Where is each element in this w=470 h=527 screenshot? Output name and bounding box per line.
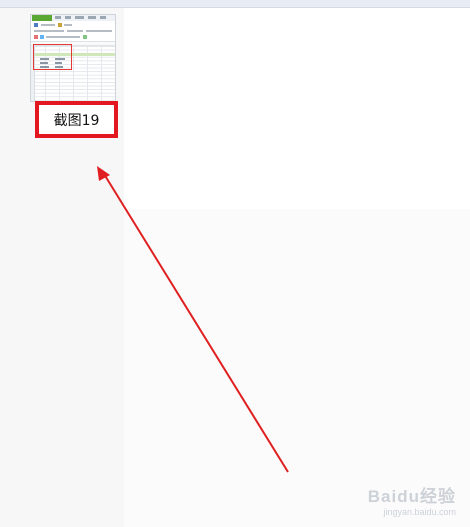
watermark-brand: Baidu经验 bbox=[367, 487, 456, 506]
arrow-shaft bbox=[103, 173, 289, 473]
watermark-url: jingyan.baidu.com bbox=[383, 507, 456, 517]
watermark: Baidu经验 jingyan.baidu.com bbox=[368, 482, 456, 517]
pointer-arrow bbox=[97, 166, 289, 473]
